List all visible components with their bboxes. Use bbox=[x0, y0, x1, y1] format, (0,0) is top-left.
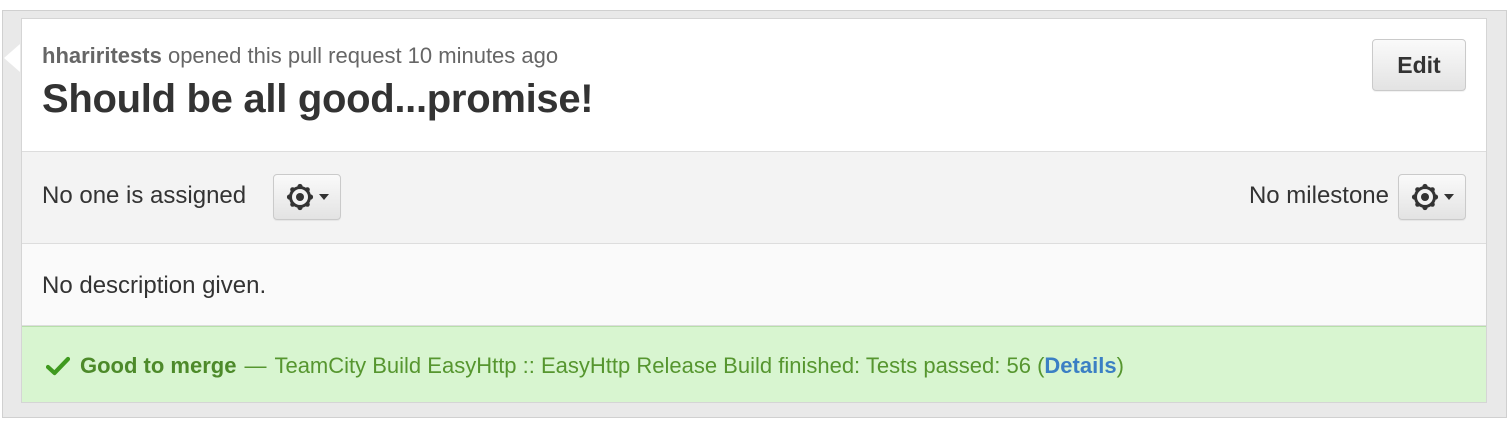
merge-status-label: Good to merge bbox=[80, 353, 237, 378]
build-status-text: TeamCity Build EasyHttp :: EasyHttp Rele… bbox=[274, 353, 1045, 378]
milestone-settings-button[interactable] bbox=[1398, 174, 1466, 220]
details-link[interactable]: Details bbox=[1044, 353, 1116, 379]
assignee-settings-button[interactable] bbox=[273, 174, 341, 220]
author-name[interactable]: hhariritests bbox=[42, 43, 162, 68]
edit-button[interactable]: Edit bbox=[1372, 39, 1466, 91]
check-icon bbox=[46, 356, 70, 376]
pull-request-description: No description given. bbox=[22, 244, 1486, 326]
pull-request-card: hhariritests opened this pull request 10… bbox=[21, 18, 1487, 403]
milestone-label: No milestone bbox=[1248, 182, 1389, 209]
avatar-pointer bbox=[4, 44, 20, 72]
caret-down-icon bbox=[1444, 194, 1454, 200]
gear-icon bbox=[285, 182, 315, 212]
merge-status-message: Good to merge — TeamCity Build EasyHttp … bbox=[46, 353, 1124, 379]
description-text: No description given. bbox=[42, 272, 267, 299]
merge-separator: — bbox=[244, 353, 267, 378]
gear-icon bbox=[1410, 182, 1440, 212]
merge-status-bar: Good to merge — TeamCity Build EasyHttp … bbox=[22, 326, 1486, 402]
pull-request-meta: hhariritests opened this pull request 10… bbox=[42, 43, 558, 69]
caret-down-icon bbox=[319, 194, 329, 200]
pull-request-header: hhariritests opened this pull request 10… bbox=[22, 19, 1486, 152]
assignment-bar: No one is assigned No milestone bbox=[22, 152, 1486, 244]
assignee-label: No one is assigned bbox=[42, 182, 247, 209]
close-paren: ) bbox=[1116, 353, 1124, 378]
opened-text: opened this pull request 10 minutes ago bbox=[167, 43, 559, 68]
pull-request-title: Should be all good...promise! bbox=[42, 77, 594, 121]
